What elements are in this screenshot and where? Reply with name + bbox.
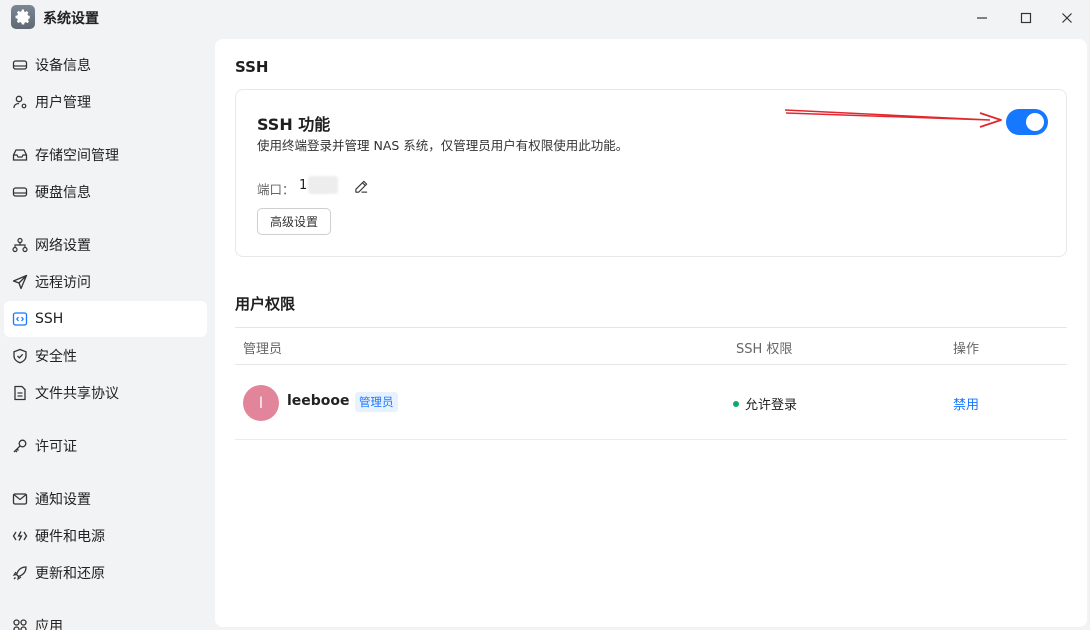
users-icon xyxy=(11,93,29,111)
document-icon xyxy=(11,384,29,402)
key-icon xyxy=(11,437,29,455)
ssh-status: 允许登录 xyxy=(733,394,797,413)
power-icon xyxy=(11,527,29,545)
sidebar-item-label: 硬盘信息 xyxy=(35,185,91,201)
role-badge: 管理员 xyxy=(355,392,398,412)
page-title: SSH xyxy=(235,58,269,76)
table-row: l leebooe 管理员 允许登录 禁用 xyxy=(235,365,1067,440)
network-icon xyxy=(11,236,29,254)
permissions-table: 管理员 SSH 权限 操作 l leebooe 管理员 允许登录 禁用 xyxy=(235,327,1067,440)
sidebar-item-label: 远程访问 xyxy=(35,275,91,291)
sidebar-item-label: 硬件和电源 xyxy=(35,529,105,545)
sidebar-item-file-sharing[interactable]: 文件共享协议 xyxy=(4,375,207,411)
sidebar: 设备信息 用户管理 存储空间管理 硬盘信息 网络设置 远程访问 SSH 安全性 … xyxy=(0,36,214,630)
sidebar-item-disk-info[interactable]: 硬盘信息 xyxy=(4,174,207,210)
sidebar-item-label: 通知设置 xyxy=(35,492,91,508)
sidebar-item-label: 设备信息 xyxy=(35,58,91,74)
column-header-actions: 操作 xyxy=(953,342,980,357)
ssh-feature-card: SSH 功能 使用终端登录并管理 NAS 系统，仅管理员用户有权限使用此功能。 … xyxy=(235,89,1067,257)
ssh-toggle[interactable] xyxy=(1006,109,1048,135)
ssh-feature-description: 使用终端登录并管理 NAS 系统，仅管理员用户有权限使用此功能。 xyxy=(257,138,629,153)
user-name: leebooe xyxy=(287,393,350,409)
sidebar-item-network[interactable]: 网络设置 xyxy=(4,227,207,263)
sidebar-item-label: 许可证 xyxy=(35,439,77,455)
drive-icon xyxy=(11,56,29,74)
sidebar-item-label: 用户管理 xyxy=(35,95,91,111)
permissions-title: 用户权限 xyxy=(235,295,296,313)
minimize-icon[interactable] xyxy=(969,6,995,30)
main-panel: SSH SSH 功能 使用终端登录并管理 NAS 系统，仅管理员用户有权限使用此… xyxy=(215,39,1087,627)
send-icon xyxy=(11,273,29,291)
sidebar-item-label: 文件共享协议 xyxy=(35,386,119,402)
gear-icon xyxy=(11,5,35,29)
apps-icon xyxy=(11,617,29,630)
sidebar-item-device-info[interactable]: 设备信息 xyxy=(4,47,207,83)
port-label: 端口： xyxy=(257,182,295,197)
disk-icon xyxy=(11,183,29,201)
storage-icon xyxy=(11,146,29,164)
sidebar-item-ssh[interactable]: SSH xyxy=(4,301,207,337)
title-bar: 系统设置 xyxy=(0,0,1090,36)
sidebar-item-apps[interactable]: 应用 xyxy=(4,608,207,630)
maximize-icon[interactable] xyxy=(1013,6,1039,30)
sidebar-item-label: 应用 xyxy=(35,619,63,630)
window-title: 系统设置 xyxy=(43,11,99,27)
disable-link[interactable]: 禁用 xyxy=(953,394,979,413)
toggle-knob xyxy=(1026,113,1044,131)
advanced-settings-button[interactable]: 高级设置 xyxy=(257,208,331,235)
status-dot-icon xyxy=(733,400,739,407)
rocket-icon xyxy=(11,564,29,582)
sidebar-item-label: SSH xyxy=(35,311,64,327)
ssh-status-label: 允许登录 xyxy=(745,398,798,413)
sidebar-item-label: 网络设置 xyxy=(35,238,91,254)
sidebar-item-label: 更新和还原 xyxy=(35,566,105,582)
code-icon xyxy=(11,310,29,328)
sidebar-item-update-restore[interactable]: 更新和还原 xyxy=(4,555,207,591)
sidebar-item-license[interactable]: 许可证 xyxy=(4,428,207,464)
shield-icon xyxy=(11,347,29,365)
column-header-ssh-permission: SSH 权限 xyxy=(736,342,793,357)
ssh-feature-title: SSH 功能 xyxy=(257,115,331,134)
sidebar-item-storage[interactable]: 存储空间管理 xyxy=(4,137,207,173)
column-header-admin: 管理员 xyxy=(243,342,283,357)
port-value: 1 xyxy=(299,178,308,193)
sidebar-item-security[interactable]: 安全性 xyxy=(4,338,207,374)
sidebar-item-notifications[interactable]: 通知设置 xyxy=(4,481,207,517)
port-redaction xyxy=(308,176,338,194)
close-icon[interactable] xyxy=(1054,6,1080,30)
table-header: 管理员 SSH 权限 操作 xyxy=(235,327,1067,365)
sidebar-item-label: 存储空间管理 xyxy=(35,148,119,164)
edit-icon[interactable] xyxy=(352,177,370,195)
sidebar-item-remote-access[interactable]: 远程访问 xyxy=(4,264,207,300)
mail-icon xyxy=(11,490,29,508)
avatar: l xyxy=(243,385,279,421)
sidebar-item-hardware-power[interactable]: 硬件和电源 xyxy=(4,518,207,554)
sidebar-item-user-management[interactable]: 用户管理 xyxy=(4,84,207,120)
sidebar-item-label: 安全性 xyxy=(35,349,77,365)
